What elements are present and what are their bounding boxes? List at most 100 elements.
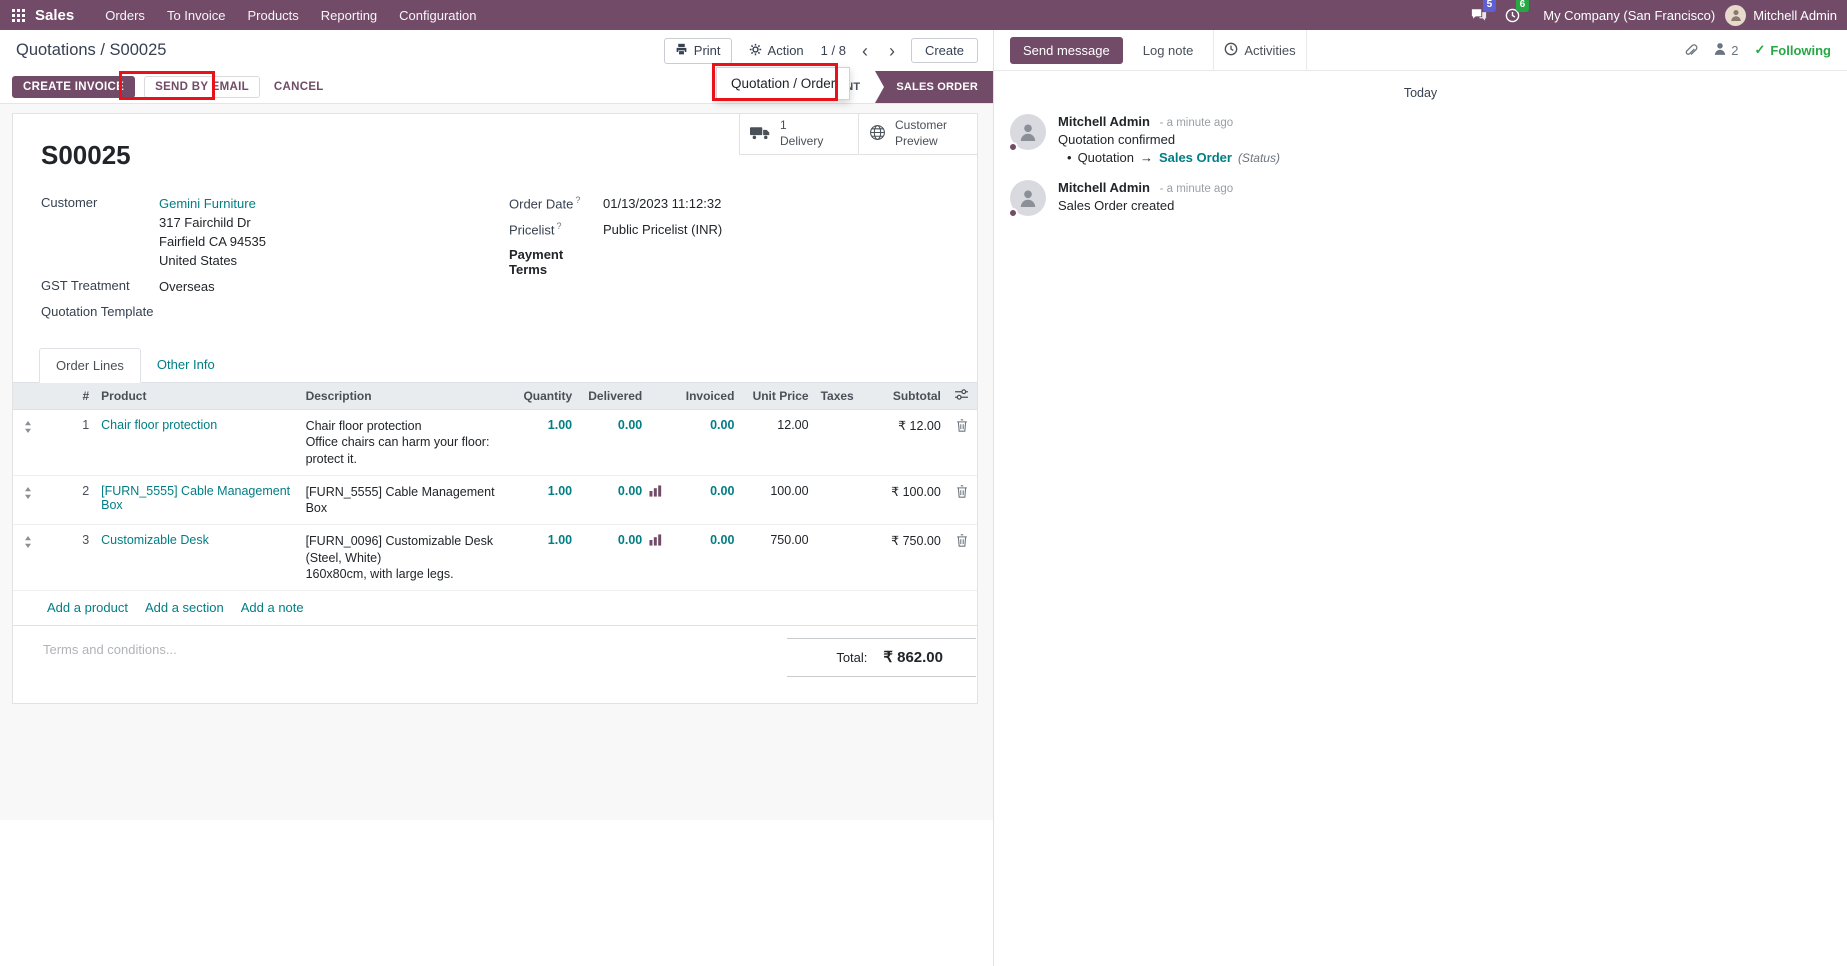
delivery-smart-button[interactable]: 1 Delivery: [739, 114, 858, 155]
line-delivered[interactable]: 0.00: [578, 410, 648, 476]
gst-treatment-value[interactable]: Overseas: [159, 278, 215, 295]
line-invoiced[interactable]: 0.00: [670, 410, 740, 476]
paperclip-icon[interactable]: [1684, 43, 1698, 58]
optional-columns-icon[interactable]: [947, 383, 977, 410]
header-num: #: [43, 383, 95, 410]
order-line-row: 1 Chair floor protection Chair floor pro…: [13, 410, 977, 476]
line-invoiced[interactable]: 0.00: [670, 476, 740, 526]
terms-placeholder[interactable]: Terms and conditions...: [43, 638, 177, 677]
apps-grid-icon[interactable]: [12, 9, 25, 22]
print-button[interactable]: Print: [664, 38, 732, 64]
drag-handle-icon[interactable]: [13, 525, 43, 591]
product-link[interactable]: [FURN_5555] Cable Management Box: [101, 484, 290, 512]
product-link[interactable]: Chair floor protection: [101, 418, 217, 432]
following-button[interactable]: ✓ Following: [1754, 42, 1831, 58]
company-switcher[interactable]: My Company (San Francisco): [1543, 8, 1715, 23]
line-invoiced[interactable]: 0.00: [670, 525, 740, 591]
message-avatar[interactable]: [1010, 180, 1046, 216]
delete-line-icon[interactable]: [947, 476, 977, 526]
order-lines-header: # Product Description Quantity Delivered…: [13, 383, 977, 410]
line-taxes[interactable]: [815, 476, 863, 526]
header-unit-price[interactable]: Unit Price: [740, 383, 814, 410]
line-description[interactable]: [FURN_0096] Customizable Desk (Steel, Wh…: [300, 525, 516, 591]
dropdown-item-quotation-order[interactable]: Quotation / Order: [717, 70, 849, 97]
create-button[interactable]: Create: [911, 38, 978, 63]
send-message-button[interactable]: Send message: [1010, 37, 1123, 64]
add-section-link[interactable]: Add a section: [145, 600, 224, 615]
line-quantity[interactable]: 1.00: [516, 476, 578, 526]
order-lines-table: # Product Description Quantity Delivered…: [13, 383, 977, 591]
activities-icon[interactable]: 6: [1496, 6, 1529, 25]
customer-preview-smart-button[interactable]: Customer Preview: [858, 114, 977, 155]
message-avatar[interactable]: [1010, 114, 1046, 150]
pricelist-value[interactable]: Public Pricelist (INR): [603, 221, 722, 238]
pager-next-icon[interactable]: ›: [884, 42, 900, 60]
delete-line-icon[interactable]: [947, 410, 977, 476]
header-delivered[interactable]: Delivered: [578, 383, 648, 410]
payment-terms-label: Payment Terms: [509, 247, 603, 277]
activities-button[interactable]: Activities: [1224, 42, 1295, 59]
menu-configuration[interactable]: Configuration: [388, 3, 487, 28]
menu-reporting[interactable]: Reporting: [310, 3, 388, 28]
help-icon: ?: [575, 195, 580, 205]
menu-to-invoice[interactable]: To Invoice: [156, 3, 237, 28]
header-product[interactable]: Product: [95, 383, 299, 410]
action-button[interactable]: Action: [743, 39, 810, 63]
user-menu[interactable]: Mitchell Admin: [1753, 8, 1837, 23]
chatter-topbar-right: 2 ✓ Following: [1684, 42, 1831, 58]
message-time: - a minute ago: [1160, 183, 1234, 195]
customer-label: Customer: [41, 195, 159, 269]
header-description[interactable]: Description: [300, 383, 516, 410]
product-link[interactable]: Customizable Desk: [101, 533, 209, 547]
drag-handle-icon[interactable]: [13, 410, 43, 476]
header-subtotal[interactable]: Subtotal: [863, 383, 947, 410]
forecast-chart-icon[interactable]: [648, 525, 670, 591]
menu-orders[interactable]: Orders: [94, 3, 156, 28]
customer-link[interactable]: Gemini Furniture: [159, 196, 256, 211]
line-delivered[interactable]: 0.00: [578, 476, 648, 526]
order-date-value[interactable]: 01/13/2023 11:12:32: [603, 195, 721, 212]
tab-order-lines[interactable]: Order Lines: [39, 348, 141, 383]
main-menu: Orders To Invoice Products Reporting Con…: [94, 3, 487, 28]
status-sales-order[interactable]: SALES ORDER: [875, 71, 993, 103]
add-product-link[interactable]: Add a product: [47, 600, 128, 615]
drag-handle-icon[interactable]: [13, 476, 43, 526]
line-taxes[interactable]: [815, 525, 863, 591]
log-note-button[interactable]: Log note: [1133, 38, 1204, 63]
cancel-button[interactable]: CANCEL: [274, 81, 324, 93]
form-view-pane: Quotations / S00025 Print Action 1 / 8 ‹…: [0, 30, 993, 820]
payment-terms-field: Payment Terms: [509, 247, 949, 277]
chatter-topbar: Send message Log note Activities 2 ✓ Fol…: [994, 30, 1847, 71]
menu-products[interactable]: Products: [236, 3, 309, 28]
add-note-link[interactable]: Add a note: [241, 600, 304, 615]
followers-button[interactable]: 2: [1714, 42, 1738, 58]
create-invoice-button[interactable]: CREATE INVOICE: [12, 76, 135, 98]
pager-previous-icon[interactable]: ‹: [857, 42, 873, 60]
header-taxes[interactable]: Taxes: [815, 383, 863, 410]
line-description[interactable]: Chair floor protection Office chairs can…: [300, 410, 516, 476]
messages-icon[interactable]: 5: [1462, 6, 1496, 25]
line-unit-price[interactable]: 12.00: [740, 410, 814, 476]
line-quantity[interactable]: 1.00: [516, 525, 578, 591]
customer-preview-line1: Customer: [895, 118, 947, 134]
line-unit-price[interactable]: 100.00: [740, 476, 814, 526]
header-quantity[interactable]: Quantity: [516, 383, 578, 410]
message-author[interactable]: Mitchell Admin: [1058, 114, 1150, 129]
app-name[interactable]: Sales: [35, 7, 74, 24]
line-taxes[interactable]: [815, 410, 863, 476]
tab-other-info[interactable]: Other Info: [141, 348, 231, 382]
breadcrumb[interactable]: Quotations / S00025: [16, 41, 166, 60]
line-description[interactable]: [FURN_5555] Cable Management Box: [300, 476, 516, 526]
tracking-new-value: Sales Order: [1159, 150, 1232, 165]
line-subtotal: ₹ 750.00: [863, 525, 947, 591]
message-author[interactable]: Mitchell Admin: [1058, 180, 1150, 195]
header-invoiced[interactable]: Invoiced: [670, 383, 740, 410]
line-unit-price[interactable]: 750.00: [740, 525, 814, 591]
send-by-email-button[interactable]: SEND BY EMAIL: [144, 76, 260, 98]
forecast-chart-icon[interactable]: [648, 476, 670, 526]
delete-line-icon[interactable]: [947, 525, 977, 591]
user-avatar[interactable]: [1725, 5, 1746, 26]
line-quantity[interactable]: 1.00: [516, 410, 578, 476]
line-delivered[interactable]: 0.00: [578, 525, 648, 591]
activities-label: Activities: [1244, 43, 1295, 58]
